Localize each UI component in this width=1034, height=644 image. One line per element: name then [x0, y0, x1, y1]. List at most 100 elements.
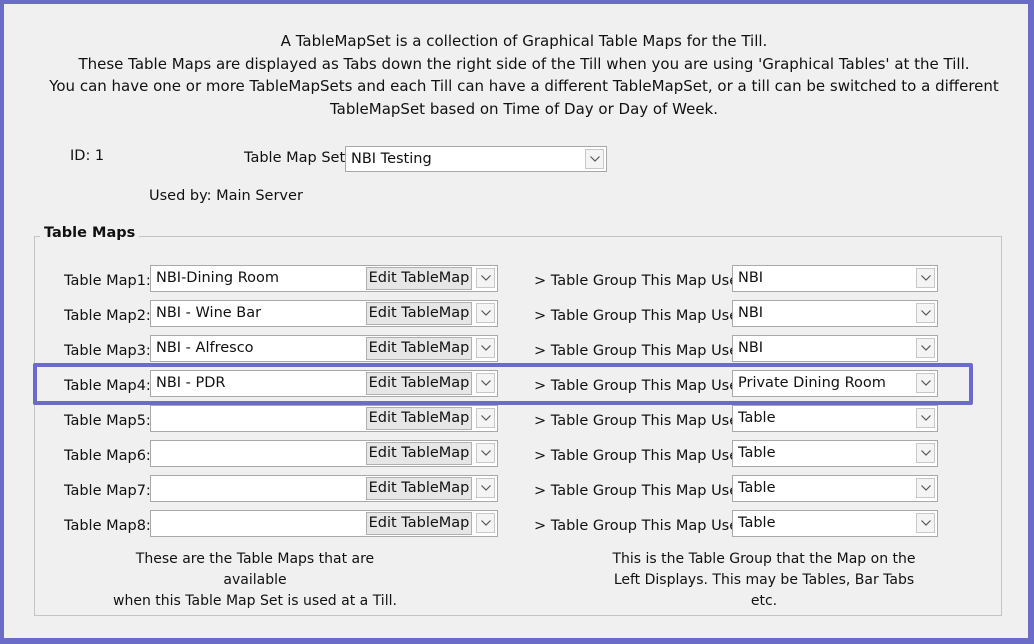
chevron-down-icon [921, 485, 931, 491]
table-group-select[interactable]: NBI [732, 300, 938, 327]
intro-line: These Table Maps are displayed as Tabs d… [78, 54, 970, 73]
chevron-down-icon [921, 415, 931, 421]
table-map-field[interactable]: Edit TableMap [150, 475, 498, 502]
chevron-down-icon [590, 156, 600, 162]
table-map-field[interactable]: NBI-Dining Room Edit TableMap [150, 265, 498, 292]
dropdown-button[interactable] [476, 513, 495, 533]
table-map-label: Table Map7: [64, 483, 151, 499]
dropdown-button[interactable] [916, 303, 935, 323]
used-by-text: Used by: Main Server [149, 188, 303, 204]
table-group-value: NBI [738, 305, 764, 321]
id-label: ID: 1 [70, 148, 105, 164]
table-map-field[interactable]: Edit TableMap [150, 405, 498, 432]
table-map-label: Table Map2: [64, 308, 151, 324]
edit-tablemap-button[interactable]: Edit TableMap [366, 477, 472, 500]
table-group-label: > Table Group This Map Uses: [534, 448, 751, 464]
edit-tablemap-button[interactable]: Edit TableMap [366, 407, 472, 430]
chevron-down-icon [481, 485, 491, 491]
chevron-down-icon [481, 275, 491, 281]
table-map-field[interactable]: NBI - Alfresco Edit TableMap [150, 335, 498, 362]
table-map-label: Table Map5: [64, 413, 151, 429]
table-group-label: > Table Group This Map Uses: [534, 413, 751, 429]
table-map-set-select[interactable]: NBI Testing [345, 146, 607, 172]
table-group-label: > Table Group This Map Uses: [534, 343, 751, 359]
note-line: Left Displays. This may be Tables, Bar T… [613, 572, 915, 609]
table-group-select[interactable]: Table [732, 405, 938, 432]
edit-tablemap-button[interactable]: Edit TableMap [366, 442, 472, 465]
table-map-row: Table Map8: Edit TableMap > Table Group Th… [4, 510, 1028, 545]
table-map-label: Table Map8: [64, 518, 151, 534]
table-group-note: This is the Table Group that the Map on … [604, 549, 924, 612]
edit-tablemap-button[interactable]: Edit TableMap [366, 512, 472, 535]
table-map-name: NBI - Alfresco [156, 340, 254, 356]
table-map-set-label: Table Map Set: [244, 150, 351, 166]
table-map-field[interactable]: NBI - Wine Bar Edit TableMap [150, 300, 498, 327]
table-group-select[interactable]: Table [732, 510, 938, 537]
table-map-name: NBI-Dining Room [156, 270, 280, 286]
table-map-row: Table Map7: Edit TableMap > Table Group Th… [4, 475, 1028, 510]
table-map-label: Table Map3: [64, 343, 151, 359]
note-line: These are the Table Maps that are availa… [135, 551, 375, 588]
edit-tablemap-button[interactable]: Edit TableMap [366, 337, 472, 360]
table-map-name: NBI - Wine Bar [156, 305, 262, 321]
intro-line: TableMapSet based on Time of Day or Day … [329, 99, 719, 118]
dropdown-button[interactable] [476, 338, 495, 358]
table-group-label: > Table Group This Map Uses: [534, 483, 751, 499]
chevron-down-icon [921, 450, 931, 456]
chevron-down-icon [481, 415, 491, 421]
note-line: This is the Table Group that the Map on … [612, 551, 916, 567]
highlight-frame [33, 363, 973, 405]
table-group-value: Table [738, 480, 776, 496]
table-group-select[interactable]: Table [732, 475, 938, 502]
dropdown-button[interactable] [916, 443, 935, 463]
table-map-label: Table Map6: [64, 448, 151, 464]
chevron-down-icon [921, 275, 931, 281]
table-map-row: Table Map6: Edit TableMap > Table Group Th… [4, 440, 1028, 475]
dropdown-button[interactable] [585, 149, 604, 169]
table-map-set-value: NBI Testing [351, 151, 432, 167]
intro-text: A TableMapSet is a collection of Graphic… [44, 30, 1004, 120]
table-group-value: NBI [738, 340, 764, 356]
dropdown-button[interactable] [476, 408, 495, 428]
dropdown-button[interactable] [476, 268, 495, 288]
dropdown-button[interactable] [916, 513, 935, 533]
dropdown-button[interactable] [916, 408, 935, 428]
chevron-down-icon [481, 310, 491, 316]
dropdown-button[interactable] [916, 478, 935, 498]
table-map-set-panel: A TableMapSet is a collection of Graphic… [4, 4, 1028, 638]
table-group-label: > Table Group This Map Uses: [534, 273, 751, 289]
chevron-down-icon [921, 310, 931, 316]
table-map-row: Table Map2: NBI - Wine Bar Edit TableMap > … [4, 300, 1028, 335]
table-maps-note: These are the Table Maps that are availa… [110, 549, 400, 612]
table-group-label: > Table Group This Map Uses: [534, 308, 751, 324]
table-map-row: Table Map1: NBI-Dining Room Edit TableMap >… [4, 265, 1028, 300]
intro-line: A TableMapSet is a collection of Graphic… [280, 32, 768, 50]
dropdown-button[interactable] [476, 303, 495, 323]
table-map-label: Table Map1: [64, 273, 151, 289]
table-map-row: Table Map5: Edit TableMap > Table Group Th… [4, 405, 1028, 440]
table-group-value: NBI [738, 270, 764, 286]
dropdown-button[interactable] [916, 268, 935, 288]
table-map-field[interactable]: Edit TableMap [150, 440, 498, 467]
chevron-down-icon [921, 345, 931, 351]
chevron-down-icon [921, 520, 931, 526]
chevron-down-icon [481, 450, 491, 456]
chevron-down-icon [481, 345, 491, 351]
table-group-label: > Table Group This Map Uses: [534, 518, 751, 534]
table-maps-group-title: Table Maps [40, 225, 140, 241]
table-map-field[interactable]: Edit TableMap [150, 510, 498, 537]
dropdown-button[interactable] [916, 338, 935, 358]
table-group-value: Table [738, 515, 776, 531]
intro-line: You can have one or more TableMapSets an… [49, 77, 999, 95]
note-line: when this Table Map Set is used at a Til… [113, 593, 397, 609]
table-group-value: Table [738, 410, 776, 426]
table-group-select[interactable]: Table [732, 440, 938, 467]
table-group-value: Table [738, 445, 776, 461]
table-group-select[interactable]: NBI [732, 265, 938, 292]
table-group-select[interactable]: NBI [732, 335, 938, 362]
chevron-down-icon [481, 520, 491, 526]
dropdown-button[interactable] [476, 443, 495, 463]
dropdown-button[interactable] [476, 478, 495, 498]
edit-tablemap-button[interactable]: Edit TableMap [366, 267, 472, 290]
edit-tablemap-button[interactable]: Edit TableMap [366, 302, 472, 325]
